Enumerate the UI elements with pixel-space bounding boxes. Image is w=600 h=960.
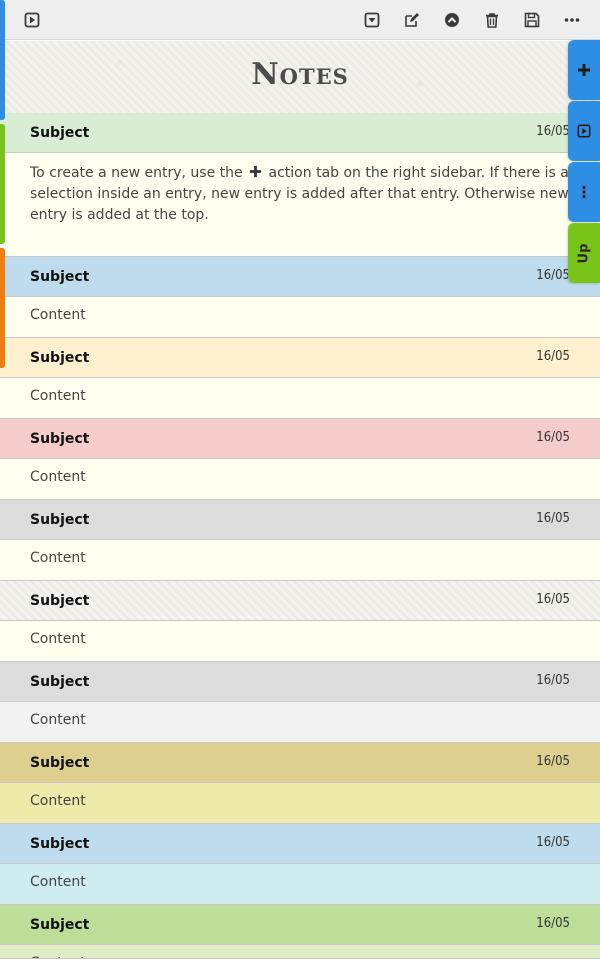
entry-content[interactable]: Content: [0, 702, 600, 743]
entry-date: 16/05: [536, 916, 570, 931]
entry-date: 16/05: [536, 754, 570, 769]
entry-date: 16/05: [536, 268, 570, 283]
entry-content[interactable]: Content: [0, 945, 600, 959]
entry-subject[interactable]: Subject: [30, 512, 89, 528]
entry-content[interactable]: Content: [0, 459, 600, 500]
entry-header[interactable]: Subject 16/05: [0, 905, 600, 945]
move-up-button[interactable]: [442, 10, 462, 30]
plus-icon: [250, 165, 262, 178]
caret-down-square-icon: [364, 12, 380, 28]
entry-date: 16/05: [536, 124, 570, 139]
entry-content[interactable]: Content: [0, 297, 600, 338]
entry-date: 16/05: [536, 349, 570, 364]
entry-date: 16/05: [536, 835, 570, 850]
chevron-up-circle-icon: [445, 13, 459, 27]
note-entry[interactable]: Subject 16/05 Content: [0, 500, 600, 581]
entry-header[interactable]: Subject 16/05: [0, 581, 600, 621]
entry-subject[interactable]: Subject: [30, 269, 89, 285]
page-title: Notes: [251, 57, 349, 92]
note-entry[interactable]: Subject 16/05 Content: [0, 257, 600, 338]
edit-icon: [405, 13, 419, 27]
entry-subject[interactable]: Subject: [30, 431, 89, 447]
save-icon: [524, 12, 540, 28]
note-entry[interactable]: Subject 16/05 Content: [0, 905, 600, 959]
trash-icon: [486, 13, 498, 28]
entry-header[interactable]: Subject 16/05: [0, 500, 600, 540]
entry-subject[interactable]: Subject: [30, 836, 89, 852]
entry-date: 16/05: [536, 430, 570, 445]
entry-header[interactable]: Subject 16/05: [0, 743, 600, 783]
note-entry[interactable]: Subject 16/05 Content: [0, 338, 600, 419]
note-entry[interactable]: Subject 16/05 Content: [0, 419, 600, 500]
preview-tab[interactable]: [568, 101, 600, 161]
entry-header[interactable]: Subject 16/05: [0, 113, 600, 153]
entry-subject[interactable]: Subject: [30, 674, 89, 690]
up-tab[interactable]: Up: [568, 223, 600, 283]
entry-date: 16/05: [536, 673, 570, 688]
entry-content-text-before: To create a new entry, use the: [30, 165, 243, 181]
notes-banner: Notes: [0, 41, 600, 114]
collapse-button[interactable]: [362, 10, 382, 30]
color-mark-blue: [0, 0, 5, 120]
edit-button[interactable]: [402, 10, 422, 30]
entry-subject[interactable]: Subject: [30, 125, 89, 141]
entry-header[interactable]: Subject 16/05: [0, 338, 600, 378]
plus-icon: [578, 64, 590, 76]
entry-subject[interactable]: Subject: [30, 593, 89, 609]
entry-content[interactable]: To create a new entry, use the action ta…: [0, 153, 600, 257]
note-entry[interactable]: Subject 16/05 Content: [0, 824, 600, 905]
entry-content[interactable]: Content: [0, 621, 600, 662]
color-mark-green: [0, 124, 5, 244]
entry-date: 16/05: [536, 511, 570, 526]
note-entry[interactable]: Subject 16/05 Content: [0, 581, 600, 662]
up-tab-label: Up: [576, 243, 592, 263]
color-mark-orange: [0, 248, 5, 368]
note-entry[interactable]: Subject 16/05 Content: [0, 662, 600, 743]
entry-content[interactable]: Content: [0, 378, 600, 419]
entry-subject[interactable]: Subject: [30, 755, 89, 771]
entry-header[interactable]: Subject 16/05: [0, 662, 600, 702]
entry-content[interactable]: Content: [0, 540, 600, 581]
more-button[interactable]: [562, 10, 582, 30]
more-tab[interactable]: [568, 162, 600, 222]
add-entry-tab[interactable]: [568, 40, 600, 100]
entry-subject[interactable]: Subject: [30, 350, 89, 366]
entry-content[interactable]: Content: [0, 864, 600, 905]
play-square-icon: [577, 124, 591, 138]
entry-header[interactable]: Subject 16/05: [0, 419, 600, 459]
delete-button[interactable]: [482, 10, 502, 30]
entry-header[interactable]: Subject 16/05: [0, 257, 600, 297]
preview-button[interactable]: [22, 10, 42, 30]
note-entry[interactable]: Subject 16/05 Content: [0, 743, 600, 824]
vertical-ellipsis-icon: [582, 185, 586, 199]
entry-date: 16/05: [536, 592, 570, 607]
entry-subject[interactable]: Subject: [30, 917, 89, 933]
entry-content[interactable]: Content: [0, 783, 600, 824]
save-button[interactable]: [522, 10, 542, 30]
entry-header[interactable]: Subject 16/05: [0, 824, 600, 864]
more-icon: [564, 18, 580, 22]
top-toolbar: [0, 0, 600, 40]
play-square-icon: [24, 12, 40, 28]
note-entry[interactable]: Subject 16/05 To create a new entry, use…: [0, 113, 600, 257]
entries-list: Subject 16/05 To create a new entry, use…: [0, 113, 600, 959]
